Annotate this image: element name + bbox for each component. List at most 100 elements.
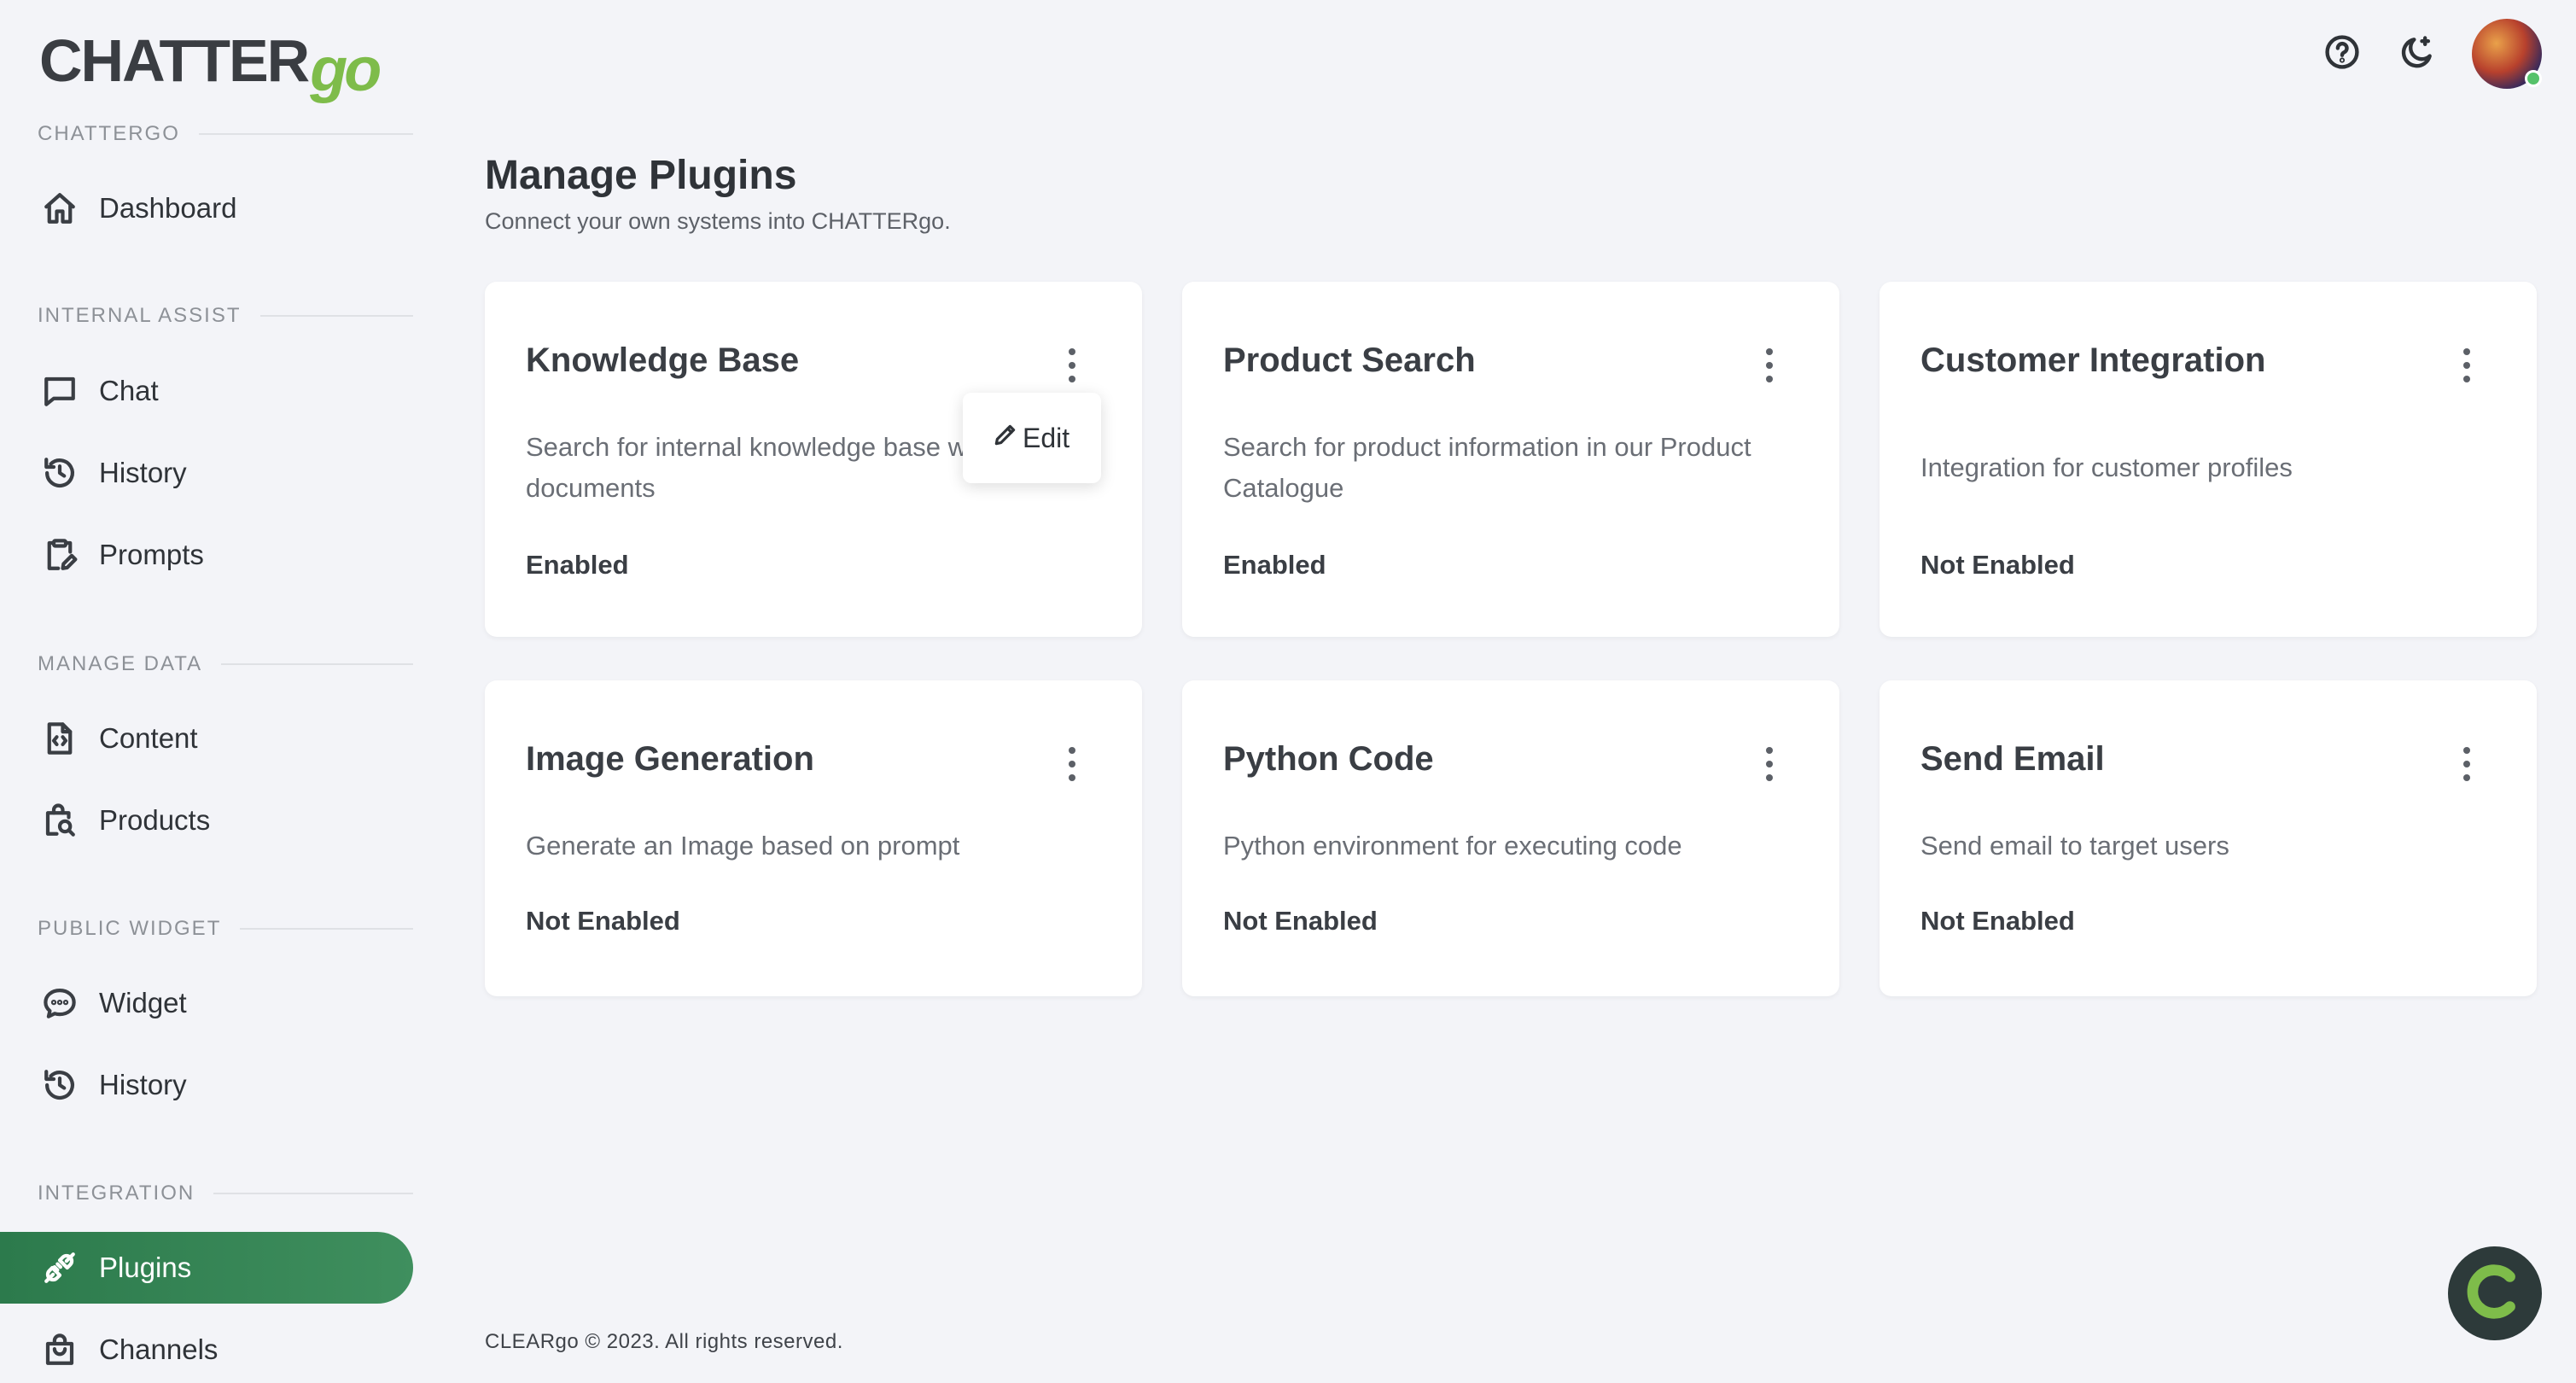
plugin-description: Send email to target users — [1920, 831, 2229, 861]
kebab-menu-icon — [1069, 348, 1075, 355]
section-divider — [259, 315, 413, 317]
home-icon — [41, 190, 79, 227]
kebab-dot — [1766, 362, 1773, 369]
page-title: Manage Plugins — [485, 153, 797, 198]
bag-icon — [41, 1331, 79, 1368]
section-divider — [213, 1193, 413, 1194]
sidebar-item-plugins[interactable]: Plugins — [0, 1232, 413, 1304]
plugin-status: Not Enabled — [526, 906, 680, 936]
kebab-dot — [2463, 362, 2470, 369]
kebab-menu-icon — [1766, 348, 1773, 355]
plugin-status: Enabled — [526, 550, 629, 580]
plug-icon — [41, 1249, 79, 1287]
more-options-button[interactable] — [2458, 747, 2475, 781]
sidebar: CHATTER go CHATTERGO Dashboard INTERNAL … — [0, 0, 427, 1383]
plugin-title: Knowledge Base — [526, 341, 800, 379]
kebab-dot — [1069, 376, 1075, 382]
sidebar-item-widget-history[interactable]: History — [0, 1049, 413, 1121]
sidebar-item-label: Prompts — [99, 539, 204, 570]
footer-copyright: CLEARgo © 2023. All rights reserved. — [485, 1330, 843, 1353]
chattergo-c-logo-icon — [2462, 1258, 2528, 1329]
kebab-menu-icon — [2463, 747, 2470, 754]
online-status-badge — [2525, 70, 2542, 87]
product-search-icon — [41, 802, 79, 839]
section-title-chattergo: CHATTERGO — [38, 117, 413, 151]
sidebar-item-history[interactable]: History — [0, 437, 413, 509]
plugin-title: Customer Integration — [1920, 341, 2266, 379]
kebab-dot — [1766, 774, 1773, 781]
history-icon — [41, 1066, 79, 1104]
sidebar-item-label: Chat — [99, 375, 159, 406]
chat-bubble-dots-icon — [41, 984, 79, 1022]
sidebar-item-label: Content — [99, 722, 198, 754]
header-actions — [2322, 19, 2542, 89]
section-title-internal-assist: INTERNAL ASSIST — [38, 299, 413, 333]
plugin-description: Python environment for executing code — [1223, 831, 1682, 861]
plugin-card-send-email[interactable]: Send Email Send email to target users No… — [1880, 680, 2537, 996]
kebab-dot — [1766, 761, 1773, 767]
sidebar-item-label: History — [99, 457, 187, 488]
section-title-manage-data: MANAGE DATA — [38, 647, 413, 681]
section-title-label: CHATTERGO — [38, 122, 180, 145]
avatar[interactable] — [2472, 19, 2542, 89]
sidebar-item-dashboard[interactable]: Dashboard — [0, 172, 413, 244]
chat-widget-button[interactable] — [2448, 1246, 2542, 1340]
kebab-dot — [1069, 774, 1075, 781]
plugin-status: Not Enabled — [1223, 906, 1378, 936]
more-options-button[interactable] — [2458, 348, 2475, 382]
chat-icon — [41, 372, 79, 410]
plugin-card-customer-integration[interactable]: Customer Integration Integration for cus… — [1880, 282, 2537, 637]
sidebar-item-label: Dashboard — [99, 192, 237, 224]
sidebar-item-widget[interactable]: Widget — [0, 967, 413, 1039]
plugin-status: Not Enabled — [1920, 906, 2075, 936]
logo-text-go: go — [310, 36, 382, 104]
plugin-status: Enabled — [1223, 550, 1326, 580]
edit-label: Edit — [1023, 422, 1070, 453]
plugin-card-python-code[interactable]: Python Code Python environment for execu… — [1182, 680, 1839, 996]
section-title-integration: INTEGRATION — [38, 1176, 413, 1211]
sidebar-item-label: Products — [99, 804, 211, 836]
app-root: CHATTER go CHATTERGO Dashboard INTERNAL … — [0, 0, 2576, 1383]
sidebar-item-products[interactable]: Products — [0, 785, 413, 856]
sidebar-item-label: History — [99, 1069, 187, 1100]
kebab-dot — [2463, 376, 2470, 382]
dark-mode-toggle[interactable] — [2397, 33, 2438, 74]
sidebar-item-label: Widget — [99, 987, 187, 1018]
kebab-menu-icon — [1766, 747, 1773, 754]
section-divider — [198, 133, 413, 135]
plugin-title: Product Search — [1223, 341, 1476, 379]
plugin-card-product-search[interactable]: Product Search Search for product inform… — [1182, 282, 1839, 637]
more-options-button[interactable] — [1064, 747, 1081, 781]
sidebar-item-content[interactable]: Content — [0, 703, 413, 774]
sidebar-item-channels[interactable]: Channels — [0, 1314, 413, 1383]
kebab-dot — [1766, 376, 1773, 382]
logo-text-main: CHATTER — [39, 27, 310, 94]
more-options-button[interactable] — [1761, 747, 1778, 781]
kebab-menu-icon — [1069, 747, 1075, 754]
plugin-status: Not Enabled — [1920, 550, 2075, 580]
section-title-label: PUBLIC WIDGET — [38, 917, 222, 940]
plugin-description: Integration for customer profiles — [1920, 452, 2293, 482]
clipboard-edit-icon — [41, 536, 79, 574]
section-title-label: INTEGRATION — [38, 1182, 195, 1205]
section-title-public-widget: PUBLIC WIDGET — [38, 912, 413, 946]
help-button[interactable] — [2322, 33, 2363, 74]
more-options-button[interactable] — [1761, 348, 1778, 382]
page-subtitle: Connect your own systems into CHATTERgo. — [485, 208, 951, 234]
kebab-menu-icon — [2463, 348, 2470, 355]
logo[interactable]: CHATTER go — [39, 14, 382, 101]
plugin-description: Generate an Image based on prompt — [526, 831, 960, 861]
kebab-dot — [1069, 362, 1075, 369]
section-title-label: MANAGE DATA — [38, 652, 203, 675]
section-title-label: INTERNAL ASSIST — [38, 304, 242, 327]
plugin-description: Search for product information in our Pr… — [1223, 432, 1751, 503]
section-divider — [221, 663, 413, 665]
more-options-button[interactable] — [1064, 348, 1081, 382]
edit-menu-item[interactable]: Edit — [963, 393, 1101, 483]
plugin-card-image-generation[interactable]: Image Generation Generate an Image based… — [485, 680, 1142, 996]
sidebar-item-chat[interactable]: Chat — [0, 355, 413, 427]
kebab-dot — [1069, 761, 1075, 767]
sidebar-item-prompts[interactable]: Prompts — [0, 519, 413, 591]
kebab-dot — [2463, 761, 2470, 767]
file-code-icon — [41, 720, 79, 757]
